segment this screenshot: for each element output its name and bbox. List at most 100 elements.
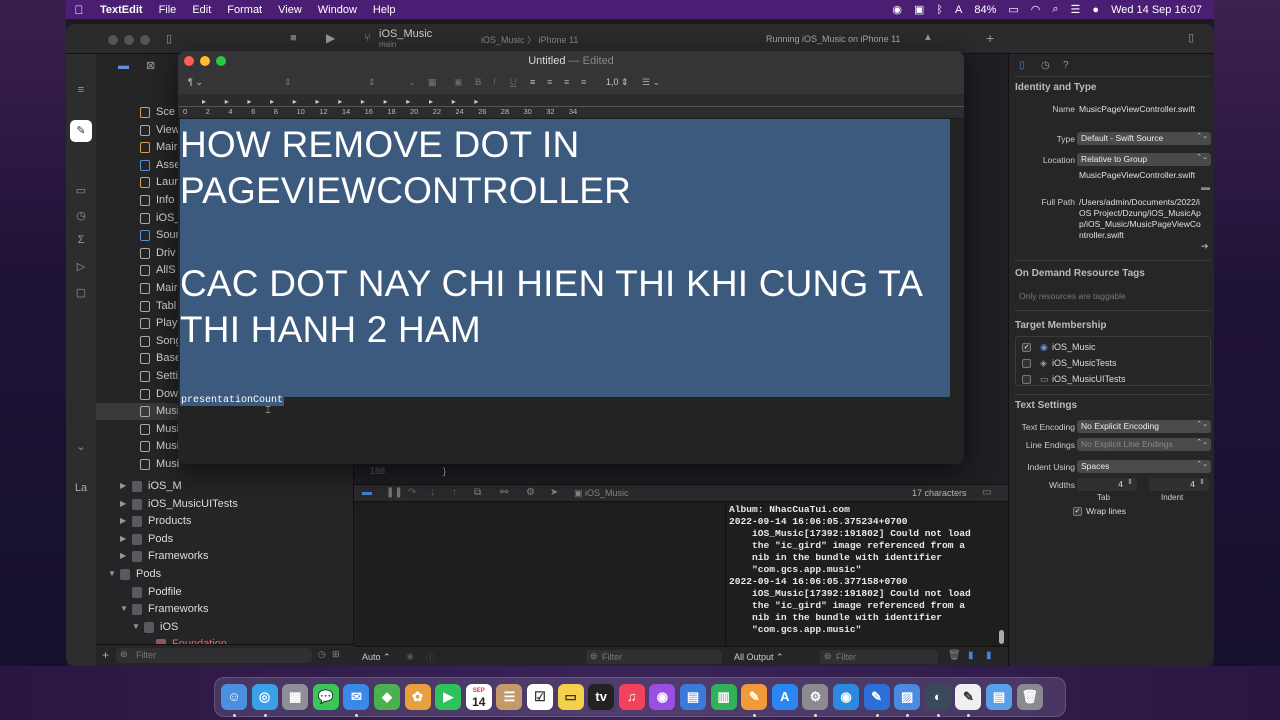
dock-simulator-icon[interactable]: ◐ [924, 684, 951, 710]
target-row[interactable]: ✓ ◉ iOS_Music [1022, 341, 1206, 354]
record-icon[interactable]: ◉ [892, 3, 902, 16]
battery-icon[interactable]: ▭ [1008, 3, 1018, 16]
navigator-group-row[interactable]: Podfile [96, 584, 354, 601]
target-checkbox[interactable]: ✓ [1022, 343, 1031, 352]
dock-reminders-icon[interactable]: ☑ [527, 684, 553, 710]
underline-icon[interactable]: U [510, 77, 517, 87]
dock-maps-icon[interactable]: ◆ [374, 684, 400, 710]
zoom-button[interactable] [216, 56, 226, 66]
stop-icon[interactable]: ■ [290, 32, 297, 44]
disclosure-down-icon[interactable]: ▼ [108, 569, 116, 578]
dock-messages-icon[interactable]: 💬 [312, 684, 339, 710]
inspector-toggle-icon[interactable]: ▯ [1188, 31, 1194, 44]
warning-icon[interactable]: ▲ [923, 32, 933, 43]
dock-system-preferences-icon[interactable]: ⚙ [802, 684, 829, 710]
navigator-group-row[interactable]: ▶ Frameworks [96, 548, 354, 565]
environment-icon[interactable]: ⚙ [526, 487, 535, 498]
dock-xcode-icon[interactable]: ✎ [863, 684, 890, 710]
dock-contacts-icon[interactable]: ☰ [496, 684, 523, 710]
right-panel-icon[interactable]: ▮ [986, 650, 992, 661]
quick-help-tab-icon[interactable]: ? [1063, 60, 1069, 71]
info-icon[interactable]: ⓘ [426, 651, 435, 664]
folder-tab-icon[interactable]: ▬ [118, 60, 129, 72]
navigator-group-row[interactable]: ▶ iOS_M [96, 478, 354, 495]
xcode-minimize-button[interactable] [124, 35, 134, 45]
chevron-down-icon[interactable]: ⌄ [74, 440, 88, 454]
variables-filter-field[interactable]: ⊜ Filter [586, 650, 722, 664]
target-checkbox[interactable] [1022, 359, 1031, 368]
sigma-icon[interactable]: Σ [74, 234, 88, 248]
step-in-icon[interactable]: ↓ [430, 487, 435, 498]
pause-icon[interactable]: ❚❚ [386, 487, 403, 498]
tab-stop-marker[interactable]: ▸ [338, 97, 342, 106]
siri-icon[interactable]: ● [1092, 4, 1099, 16]
navigator-group-row[interactable]: ▶ iOS_MusicUITests [96, 496, 354, 513]
disclosure-right-icon[interactable]: ▶ [120, 551, 126, 560]
source-control-tab-icon[interactable]: ⊠ [146, 59, 155, 72]
reveal-arrow-icon[interactable]: ➔ [1201, 241, 1209, 252]
justify-icon[interactable]: ≡ [581, 77, 586, 87]
encoding-popup[interactable]: No Explicit Encoding [1077, 420, 1211, 433]
tab-stop-marker[interactable]: ▸ [225, 97, 229, 106]
dock-music-icon[interactable]: ♫ [618, 684, 645, 710]
menu-help[interactable]: Help [365, 4, 404, 16]
menu-edit[interactable]: Edit [184, 4, 219, 16]
debug-area-toggle-icon[interactable]: ▬ [362, 487, 372, 498]
menu-file[interactable]: File [151, 4, 185, 16]
list-style-popup[interactable]: ☰ ⌄ [642, 77, 660, 88]
view-debugger-icon[interactable]: ⧉ [474, 487, 481, 498]
wrap-lines-checkbox[interactable]: ✓ [1073, 507, 1082, 516]
close-button[interactable] [184, 56, 194, 66]
menu-lines-icon[interactable]: ≡ [74, 84, 88, 98]
target-checkbox[interactable] [1022, 375, 1031, 384]
xcode-zoom-button[interactable] [140, 35, 150, 45]
typeface-chevron-icon[interactable]: ⇕ [368, 77, 376, 88]
dock-safari-icon[interactable]: ◎ [251, 684, 278, 710]
tab-stop-marker[interactable]: ▸ [270, 97, 274, 106]
wifi-icon[interactable]: ◠ [1031, 3, 1041, 16]
tab-stop-marker[interactable]: ▸ [361, 97, 365, 106]
tab-stop-marker[interactable]: ▸ [293, 97, 297, 106]
dock-pages-icon[interactable]: ✎ [741, 684, 768, 710]
tab-stop-marker[interactable]: ▸ [316, 97, 320, 106]
dock-calendar-icon[interactable]: SEP 14 [465, 684, 492, 710]
menu-format[interactable]: Format [219, 4, 270, 16]
tab-stop-marker[interactable]: ▸ [452, 97, 456, 106]
file-inspector-tab-icon[interactable]: ▯ [1019, 60, 1025, 71]
display-icon[interactable]: ▭ [74, 184, 88, 198]
tab-stop-marker[interactable]: ▸ [202, 97, 206, 106]
ruler[interactable]: 0 2 4 6 8 10 12 14 16 18 20 22 24 26 28 30 32 34 ▸ ▸ ▸ ▸ ▸ ▸ ▸ ▸ ▸… [178, 95, 964, 119]
type-popup[interactable]: Default - Swift Source [1077, 132, 1211, 145]
console-filter-field[interactable]: ⊜ Filter [820, 650, 938, 664]
location-icon[interactable]: ➤ [550, 487, 558, 498]
control-center-icon[interactable]: ☰ [1071, 3, 1081, 16]
bluetooth-icon[interactable]: ᛒ [936, 4, 943, 16]
target-row[interactable]: ◈ iOS_MusicTests [1022, 357, 1206, 370]
apple-menu-icon[interactable]:  [66, 3, 92, 17]
navigator-group-row[interactable]: ▶ Products [96, 513, 354, 530]
tab-stop-marker[interactable]: ▸ [384, 97, 388, 106]
dock-mail-icon[interactable]: ✉ [343, 684, 370, 710]
dock-photos-icon[interactable]: ✿ [404, 684, 431, 710]
highlight-color-icon[interactable]: ▣ [454, 77, 463, 88]
doc-icon[interactable]: ▢ [74, 286, 88, 300]
target-row[interactable]: ▭ iOS_MusicUITests [1022, 373, 1206, 386]
navigator-group-row[interactable]: ▼ iOS [96, 619, 354, 636]
disclosure-down-icon[interactable]: ▼ [120, 604, 128, 613]
menu-window[interactable]: Window [310, 4, 365, 16]
navigator-filter-field[interactable]: ⊜ Filter [116, 648, 312, 663]
indent-width-stepper[interactable]: ⇕ [1199, 478, 1205, 486]
paragraph-style-popup[interactable]: ¶ ⌄ [188, 77, 203, 88]
disclosure-right-icon[interactable]: ▶ [120, 481, 126, 490]
align-right-icon[interactable]: ≡ [564, 77, 569, 87]
sidebar-toggle-icon[interactable]: ▯ [166, 32, 172, 45]
italic-icon[interactable]: I [493, 77, 496, 87]
clock-icon[interactable]: ◷ [74, 209, 88, 223]
spotlight-icon[interactable]: ⌕ [1052, 3, 1058, 16]
screen-icon[interactable]: ▣ [914, 3, 924, 16]
line-endings-popup[interactable]: No Explicit Line Endings [1077, 438, 1211, 451]
dock-tv-icon[interactable]: tv [588, 684, 615, 710]
dock-app-store-icon[interactable]: A [771, 684, 798, 710]
disclosure-right-icon[interactable]: ▶ [120, 499, 126, 508]
dock-find-my-icon[interactable]: ◉ [833, 684, 859, 710]
